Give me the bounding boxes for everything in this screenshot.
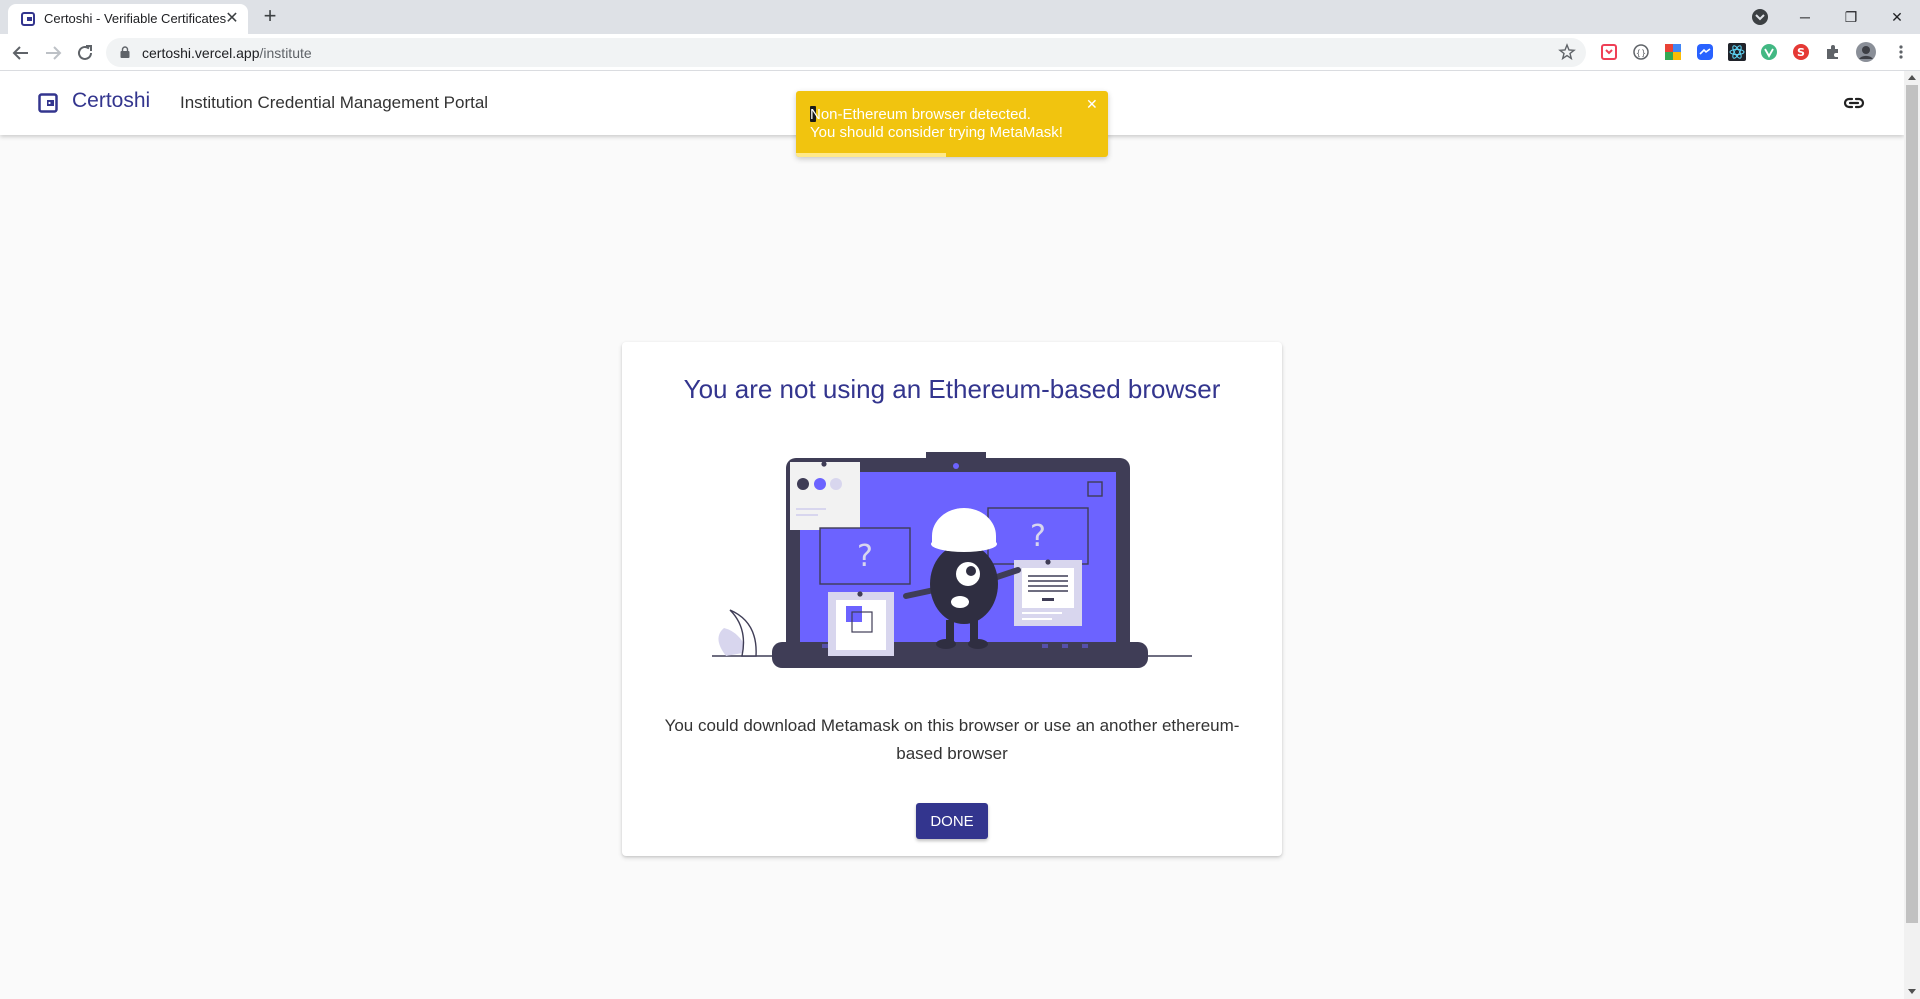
back-arrow-icon[interactable] [8, 40, 34, 66]
browser-tab-bar: Certoshi - Verifiable Certificates ✕ + ─… [0, 0, 1920, 34]
browser-toolbar: certoshi.vercel.app/institute {} S [0, 34, 1920, 71]
browser-tab[interactable]: Certoshi - Verifiable Certificates ✕ [8, 4, 248, 34]
colorzilla-icon[interactable] [1664, 43, 1682, 61]
laptop-illustration: ? ? [712, 452, 1192, 668]
scroll-up-arrow-icon[interactable] [1908, 74, 1916, 82]
page-viewport: Certoshi Institution Credential Manageme… [0, 71, 1920, 999]
tab-title: Certoshi - Verifiable Certificates [44, 11, 227, 26]
toast-line-2: You should consider trying MetaMask! [810, 124, 1063, 141]
brand-name[interactable]: Certoshi [72, 89, 150, 113]
pocket-icon[interactable] [1600, 43, 1618, 61]
puzzle-icon[interactable] [1824, 43, 1842, 61]
bookmark-star-icon[interactable] [1558, 43, 1576, 61]
dev-icon[interactable]: {} [1632, 43, 1650, 61]
link-icon[interactable] [1843, 92, 1865, 114]
card-message: You could download Metamask on this brow… [664, 716, 1240, 763]
warning-toast: Non-Ethereum browser detected. You shoul… [796, 91, 1108, 157]
react-icon[interactable] [1728, 43, 1746, 61]
url-text: certoshi.vercel.app/institute [142, 45, 312, 61]
kebab-menu-icon[interactable] [1892, 43, 1910, 61]
restore-button[interactable]: ❐ [1828, 2, 1874, 32]
page-scrollbar[interactable] [1904, 71, 1920, 999]
minimize-button[interactable]: ─ [1782, 2, 1828, 32]
toast-progress-bar [796, 153, 946, 157]
lock-icon[interactable] [120, 46, 130, 58]
tab-search-icon[interactable] [1750, 7, 1770, 27]
scroll-down-arrow-icon[interactable] [1908, 987, 1916, 995]
svg-text:?: ? [1030, 519, 1046, 554]
new-tab-button[interactable]: + [258, 5, 282, 29]
card-title: You are not using an Ethereum-based brow… [683, 374, 1221, 404]
messenger-icon[interactable] [1696, 43, 1714, 61]
s-extension-icon[interactable]: S [1792, 43, 1810, 61]
svg-text:S: S [1797, 46, 1805, 59]
avatar[interactable] [1856, 42, 1876, 62]
reload-icon[interactable] [72, 40, 98, 66]
toast-line-1: Non-Ethereum browser detected. [810, 106, 1031, 123]
window-close-button[interactable]: ✕ [1874, 2, 1920, 32]
tab-close-icon[interactable]: ✕ [222, 9, 242, 29]
toast-message: Non-Ethereum browser detected. You shoul… [810, 106, 1063, 142]
page-subtitle: Institution Credential Management Portal [180, 93, 489, 112]
svg-text:{}: {} [1636, 49, 1646, 58]
done-button[interactable]: DONE [916, 803, 988, 839]
warning-card: You are not using an Ethereum-based brow… [622, 342, 1282, 856]
scrollbar-thumb[interactable] [1906, 85, 1918, 923]
vue-icon[interactable] [1760, 43, 1778, 61]
wallet-icon [21, 12, 35, 26]
svg-text:?: ? [857, 539, 873, 574]
forward-arrow-icon[interactable] [40, 40, 66, 66]
address-bar[interactable]: certoshi.vercel.app/institute [106, 38, 1586, 67]
wallet-icon[interactable] [38, 93, 58, 113]
toast-close-icon[interactable]: ✕ [1086, 96, 1098, 113]
